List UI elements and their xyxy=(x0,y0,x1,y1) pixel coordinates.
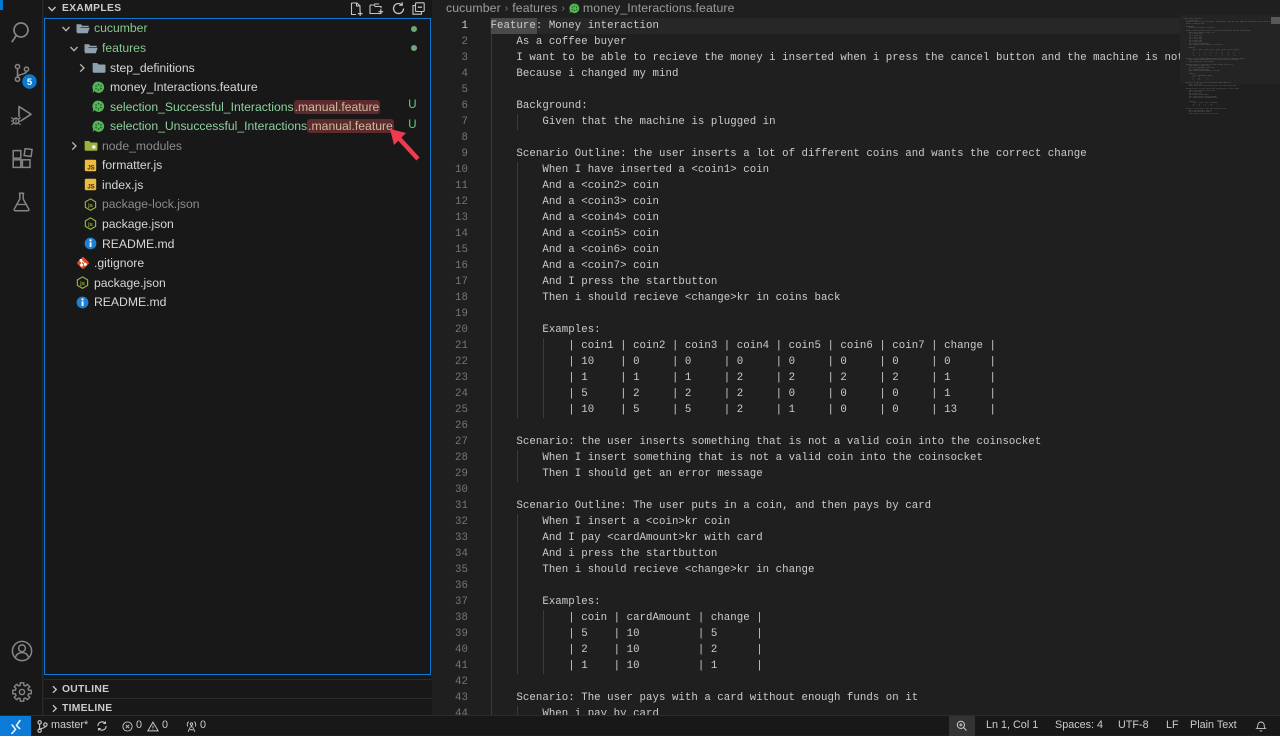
svg-text:JS: JS xyxy=(87,185,94,191)
svg-text:js: js xyxy=(79,281,85,287)
svg-text:js: js xyxy=(87,203,93,209)
svg-text:js: js xyxy=(87,222,93,228)
svg-text:5: 5 xyxy=(26,77,32,88)
svg-text:JS: JS xyxy=(87,165,94,171)
